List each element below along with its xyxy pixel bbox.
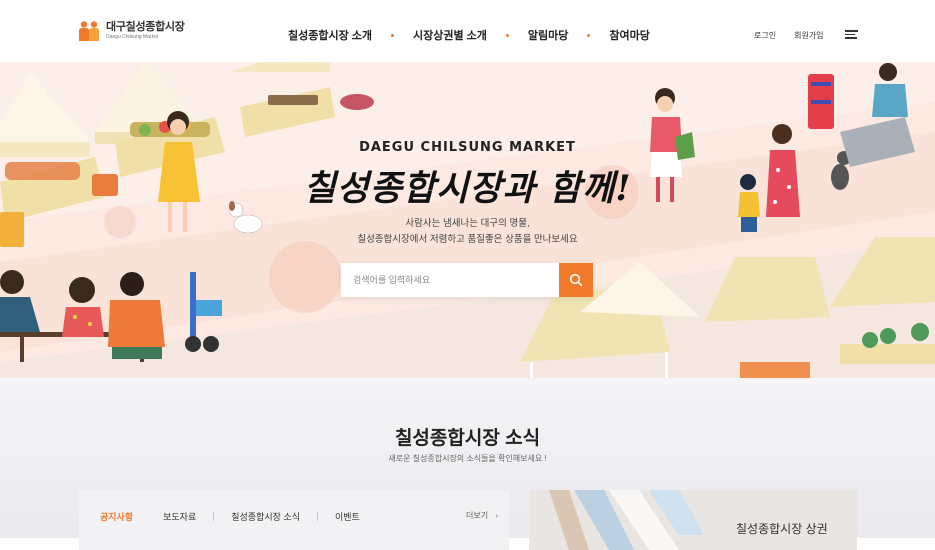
main-nav: 칠성종합시장 소개 시장상권별 소개 알림마당 참여마당 (288, 27, 650, 43)
tab-divider (213, 512, 215, 521)
search-icon (569, 273, 583, 287)
tab-market-news[interactable]: 칠성종합시장 소식 (231, 510, 300, 523)
site-header: 대구칠성종합시장 Daegu Chilsung Market 칠성종합시장 소개… (0, 0, 935, 62)
hero-title: 칠성종합시장과 함께! (303, 168, 632, 209)
news-tabs: 공지사항 보도자료 칠성종합시장 소식 이벤트 (100, 510, 360, 523)
news-tabs-panel: 공지사항 보도자료 칠성종합시장 소식 이벤트 더보기 › (79, 490, 509, 550)
section-title: 칠성종합시장 소식 (394, 428, 541, 449)
nav-item-participation[interactable]: 참여마당 (609, 27, 649, 43)
tab-notice[interactable]: 공지사항 (100, 510, 133, 523)
hero-description: 사람사는 냄새나는 대구의 명물, 칠성종합시장에서 저렴하고 품질좋은 상품을… (0, 216, 935, 248)
section-subtitle: 새로운 칠성종합시장의 소식들을 확인해보세요 ! (388, 454, 547, 463)
nav-divider (587, 33, 591, 37)
login-link[interactable]: 로그인 (754, 30, 776, 41)
nav-divider (505, 33, 509, 37)
nav-divider (391, 33, 395, 37)
nav-item-intro[interactable]: 칠성종합시장 소개 (288, 27, 372, 43)
district-promo-card[interactable]: 칠성종합시장 상권 (529, 490, 857, 550)
tab-press[interactable]: 보도자료 (163, 510, 196, 523)
promo-title: 칠성종합시장 상권 (736, 522, 828, 536)
more-link[interactable]: 더보기 › (466, 510, 498, 521)
hero-banner: DAEGU CHILSUNG MARKET 칠성종합시장과 함께! 사람사는 냄… (0, 62, 935, 378)
search-bar (341, 263, 593, 297)
tab-event[interactable]: 이벤트 (335, 510, 360, 523)
hero-desc-line: 칠성종합시장에서 저렴하고 품질좋은 상품을 만나보세요 (357, 234, 578, 245)
search-input[interactable] (341, 263, 575, 297)
tab-divider (133, 512, 163, 521)
signup-link[interactable]: 회원가입 (794, 30, 823, 41)
hero-desc-line: 사람사는 냄새나는 대구의 명물, (405, 218, 530, 229)
util-links: 로그인 회원가입 (754, 30, 824, 41)
site-logo[interactable]: 대구칠성종합시장 Daegu Chilsung Market (78, 20, 185, 42)
logo-name: 대구칠성종합시장 (106, 21, 185, 33)
search-button[interactable] (559, 263, 593, 297)
chevron-right-icon: › (495, 511, 498, 520)
hamburger-menu-icon[interactable] (845, 30, 858, 39)
nav-item-notice[interactable]: 알림마당 (528, 27, 568, 43)
nav-item-districts[interactable]: 시장상권별 소개 (413, 27, 487, 43)
more-label: 더보기 (466, 511, 489, 520)
news-section: 칠성종합시장 소식 새로운 칠성종합시장의 소식들을 확인해보세요 ! 공지사항… (0, 378, 935, 550)
logo-mark-icon (79, 21, 99, 41)
hero-eyebrow: DAEGU CHILSUNG MARKET (359, 140, 576, 155)
tab-divider (317, 512, 318, 521)
logo-subtitle: Daegu Chilsung Market (106, 34, 159, 40)
